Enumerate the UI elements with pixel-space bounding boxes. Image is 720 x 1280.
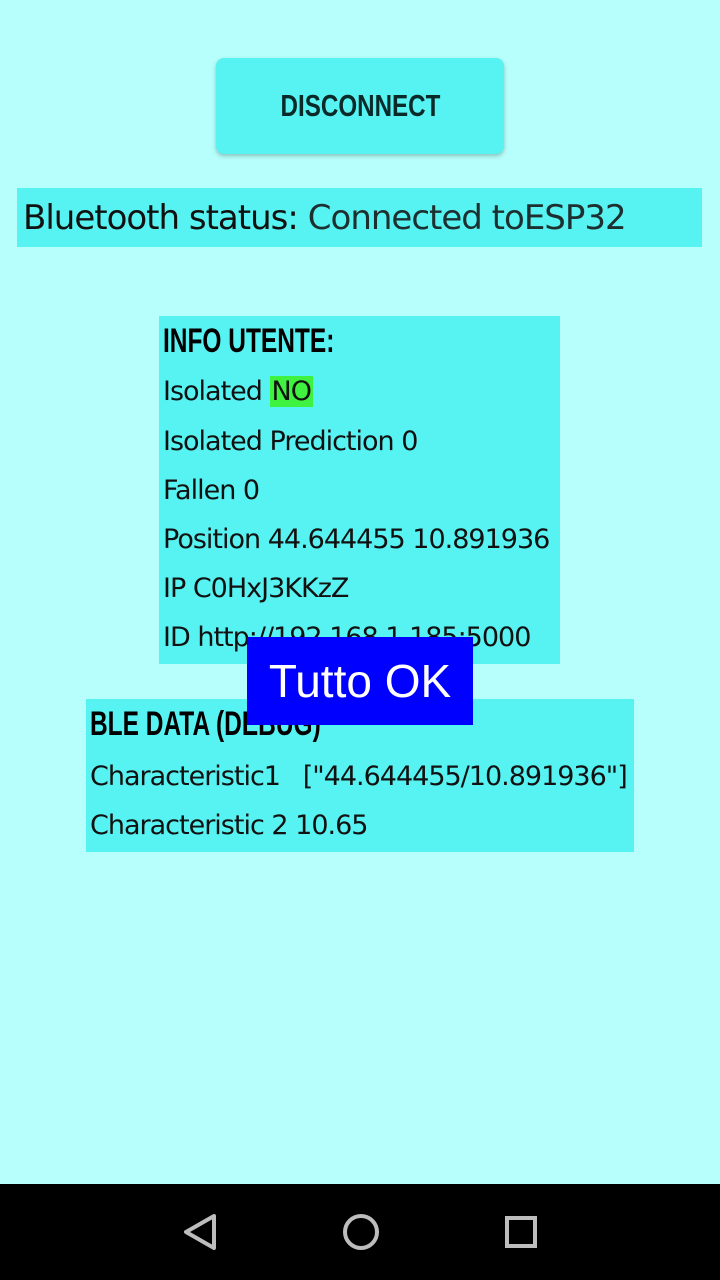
back-triangle-icon[interactable] (174, 1204, 230, 1260)
ip-row: IP C0HxJ3KKzZ (163, 573, 349, 604)
bluetooth-status-value: Connected toESP32 (307, 197, 627, 238)
system-navigation-bar (0, 1184, 720, 1280)
position-row: Position 44.644455 10.891936 (163, 524, 550, 555)
disconnect-button[interactable]: DISCONNECT (216, 58, 504, 154)
isolated-row: Isolated NO (163, 376, 313, 407)
bluetooth-status-bar: Bluetooth status: Connected toESP32 (17, 188, 702, 247)
isolated-status-badge: NO (269, 376, 313, 407)
disconnect-label: DISCONNECT (280, 88, 440, 123)
isolated-prediction-row: Isolated Prediction 0 (163, 426, 418, 457)
toast-message: Tutto OK (247, 637, 473, 725)
home-circle-icon[interactable] (333, 1204, 389, 1260)
isolated-label: Isolated (163, 376, 263, 407)
bluetooth-status-label: Bluetooth status: (23, 197, 299, 238)
recents-square-icon[interactable] (493, 1204, 549, 1260)
characteristic1-row: Characteristic1 ["44.644455/10.891936"] (90, 761, 628, 792)
user-info-heading: INFO UTENTE: (163, 322, 335, 360)
fallen-row: Fallen 0 (163, 475, 260, 506)
user-info-panel: INFO UTENTE: Isolated NO Isolated Predic… (159, 316, 560, 664)
characteristic2-row: Characteristic 2 10.65 (90, 810, 368, 841)
